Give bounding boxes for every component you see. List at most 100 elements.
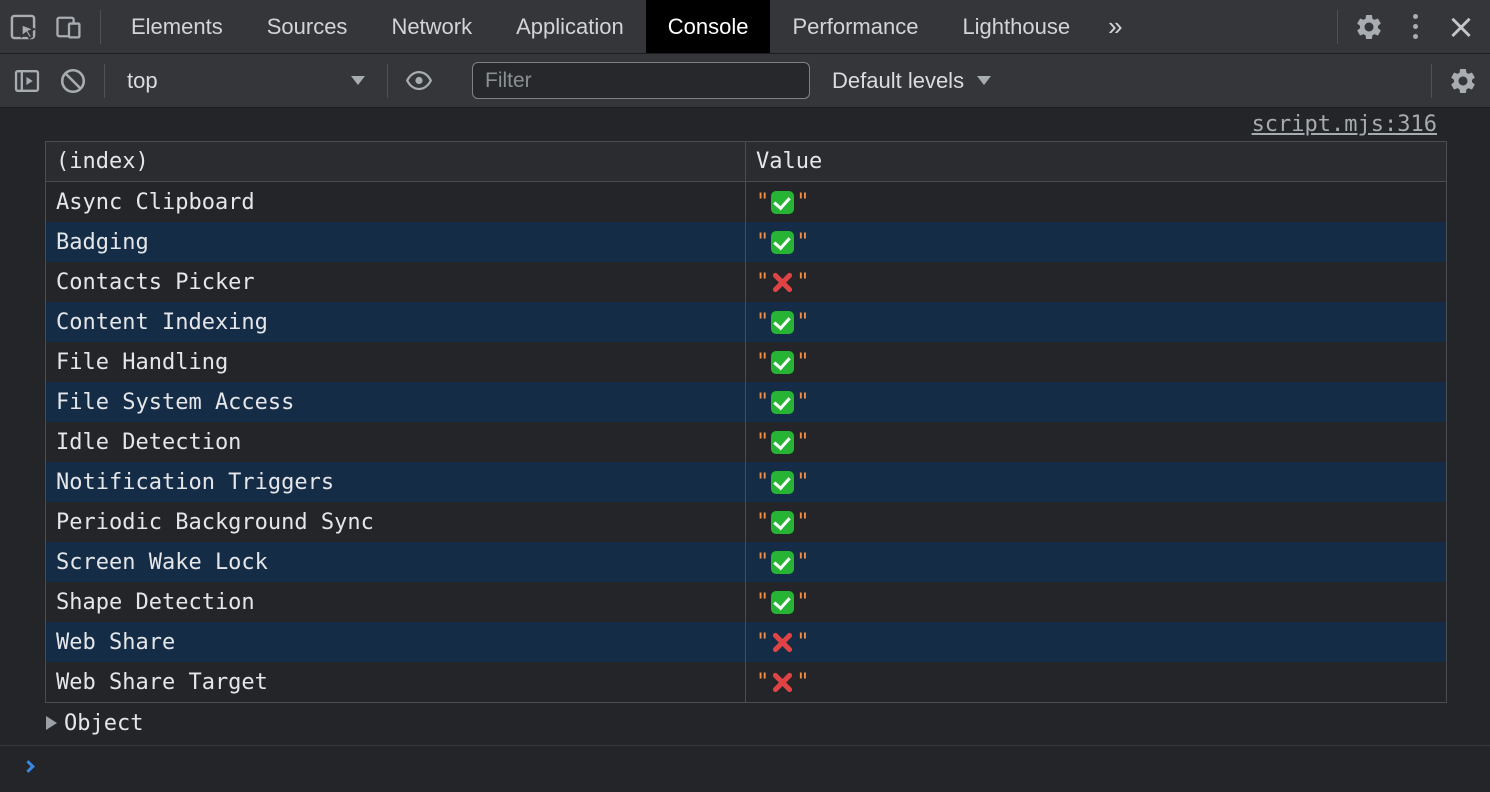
live-expression-button[interactable] (396, 58, 442, 104)
check-icon (771, 471, 794, 494)
string-quote: " (796, 390, 809, 415)
console-settings-button[interactable] (1440, 58, 1486, 104)
settings-button[interactable] (1346, 4, 1392, 50)
feature-name-cell: File Handling (46, 342, 746, 382)
feature-value-cell: "" (746, 502, 1446, 542)
table-row[interactable]: Badging"" (46, 222, 1446, 262)
string-quote: " (756, 430, 769, 455)
close-devtools-button[interactable]: × (1438, 4, 1484, 50)
string-quote: " (796, 510, 809, 535)
toolbar-divider (100, 10, 101, 44)
string-quote: " (796, 590, 809, 615)
feature-value-cell: "" (746, 302, 1446, 342)
more-options-button[interactable] (1392, 4, 1438, 50)
feature-value-cell: "" (746, 542, 1446, 582)
string-quote: " (796, 310, 809, 335)
cross-icon (771, 671, 794, 694)
check-icon (771, 591, 794, 614)
tab-bar-right-icons: × (1329, 0, 1490, 53)
table-row[interactable]: Async Clipboard"" (46, 182, 1446, 222)
console-source-link[interactable]: script.mjs:316 (1252, 112, 1437, 137)
string-quote: " (756, 630, 769, 655)
tab-network[interactable]: Network (369, 0, 494, 53)
tab-console[interactable]: Console (646, 0, 771, 53)
table-row[interactable]: Web Share " " (46, 622, 1446, 662)
cross-icon (771, 631, 794, 654)
table-row[interactable]: Shape Detection"" (46, 582, 1446, 622)
string-quote: " (796, 270, 809, 295)
feature-name-cell: Notification Triggers (46, 462, 746, 502)
inspect-cursor-icon (7, 11, 39, 43)
string-quote: " (796, 430, 809, 455)
kebab-menu-icon (1413, 12, 1418, 42)
gear-icon (1354, 12, 1384, 42)
console-toolbar-right (1423, 58, 1490, 104)
check-icon (771, 511, 794, 534)
table-row[interactable]: Periodic Background Sync"" (46, 502, 1446, 542)
console-toolbar: top Default levels (0, 54, 1490, 108)
console-prompt[interactable] (0, 745, 1490, 792)
feature-value-cell: "" (746, 182, 1446, 222)
string-quote: " (756, 550, 769, 575)
tab-performance[interactable]: Performance (770, 0, 940, 53)
string-quote: " (796, 350, 809, 375)
device-toolbar-icon (54, 12, 84, 42)
feature-name-cell: File System Access (46, 382, 746, 422)
context-selector-label: top (127, 68, 158, 94)
inspect-element-button[interactable] (0, 4, 46, 50)
feature-value-cell: "" (746, 382, 1446, 422)
table-row[interactable]: File Handling " " (46, 342, 1446, 382)
clear-console-button[interactable] (50, 58, 96, 104)
feature-value-cell: "" (746, 662, 1446, 702)
eye-icon (404, 67, 434, 94)
tab-elements[interactable]: Elements (109, 0, 245, 53)
console-table: (index) Value Async Clipboard""Badging""… (45, 141, 1447, 703)
console-object-row[interactable]: Object (0, 703, 1490, 743)
table-row[interactable]: Idle Detection " " (46, 422, 1446, 462)
string-quote: " (756, 470, 769, 495)
table-row[interactable]: Contacts Picker"" (46, 262, 1446, 302)
table-row[interactable]: Web Share Target"" (46, 662, 1446, 702)
expand-triangle-icon[interactable] (46, 716, 57, 730)
string-quote: " (756, 390, 769, 415)
devtools-window: ElementsSourcesNetworkApplicationConsole… (0, 0, 1490, 792)
feature-name-cell: Web Share (46, 622, 746, 662)
feature-name-cell: Screen Wake Lock (46, 542, 746, 582)
string-quote: " (756, 350, 769, 375)
table-row[interactable]: Notification Triggers " " (46, 462, 1446, 502)
string-quote: " (756, 510, 769, 535)
tab-application[interactable]: Application (494, 0, 646, 53)
prompt-chevron-icon (22, 760, 35, 773)
table-header-value: Value (746, 142, 1446, 181)
feature-name-cell: Idle Detection (46, 422, 746, 462)
feature-value-cell: "" (746, 582, 1446, 622)
log-levels-dropdown[interactable]: Default levels (826, 67, 997, 95)
tab-lighthouse[interactable]: Lighthouse (940, 0, 1092, 53)
check-icon (771, 391, 794, 414)
toolbar-divider (1337, 10, 1338, 44)
string-quote: " (796, 470, 809, 495)
cross-icon (771, 271, 794, 294)
check-icon (771, 551, 794, 574)
table-row[interactable]: File System Access"" (46, 382, 1446, 422)
string-quote: " (796, 630, 809, 655)
table-row[interactable]: Screen Wake Lock"" (46, 542, 1446, 582)
check-icon (771, 351, 794, 374)
execution-context-selector[interactable]: top (113, 54, 379, 107)
more-tabs-button[interactable]: » (1092, 0, 1138, 53)
feature-name-cell: Web Share Target (46, 662, 746, 702)
log-levels-label: Default levels (832, 68, 964, 94)
table-row[interactable]: Content Indexing"" (46, 302, 1446, 342)
close-icon: × (1447, 10, 1476, 44)
string-quote: " (796, 230, 809, 255)
string-quote: " (796, 190, 809, 215)
dropdown-arrow-icon (351, 76, 365, 85)
tab-sources[interactable]: Sources (245, 0, 370, 53)
feature-name-cell: Content Indexing (46, 302, 746, 342)
console-sidebar-icon (12, 66, 42, 96)
console-table-header: (index) Value (46, 142, 1446, 182)
console-sidebar-button[interactable] (4, 58, 50, 104)
filter-input[interactable] (472, 62, 810, 99)
device-toolbar-button[interactable] (46, 4, 92, 50)
clear-console-icon (59, 67, 87, 95)
